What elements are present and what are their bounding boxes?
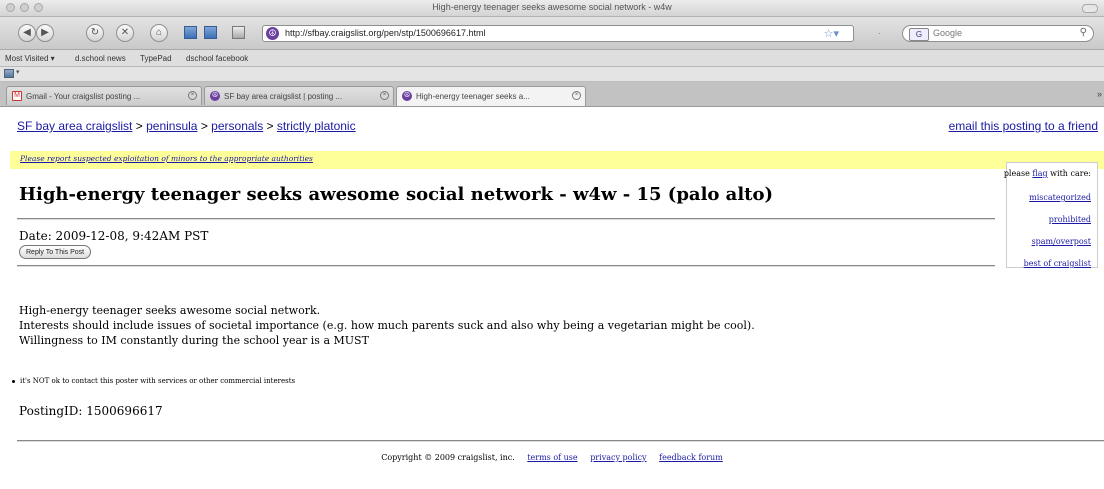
bookmark-dschool-news[interactable]: d.school news [75, 54, 126, 63]
breadcrumb-category[interactable]: strictly platonic [277, 119, 356, 133]
bookmarks-bar: Most Visited ▾ d.school news TypePad dsc… [0, 50, 1104, 67]
search-input[interactable]: G Google ⚲ [902, 25, 1094, 42]
chevron-down-icon[interactable]: ▾ [16, 68, 20, 76]
back-button[interactable]: ◀ [18, 24, 36, 42]
disclaimer-text: it's NOT ok to contact this poster with … [20, 377, 296, 385]
flag-prohibited-link[interactable]: prohibited [1049, 215, 1091, 224]
bullet-icon [12, 379, 15, 383]
flag-miscategorized-link[interactable]: miscategorized [1029, 193, 1091, 202]
tab-bar: M Gmail - Your craigslist posting ... × … [0, 82, 1104, 107]
tab-sf-bay-craigslist[interactable]: ☮ SF bay area craigslist | posting ... × [204, 86, 394, 105]
body-line: High-energy teenager seeks awesome socia… [19, 304, 321, 317]
google-icon[interactable]: G [909, 28, 929, 41]
breadcrumb-site[interactable]: SF bay area craigslist [17, 119, 132, 133]
stop-button[interactable]: ✕ [116, 24, 134, 42]
navigation-toolbar: ◀ ▶ ↻ ✕ ⌂ ☮ http://sfbay.craigslist.org/… [0, 17, 1104, 50]
flag-prefix: please [1003, 169, 1030, 178]
reload-button[interactable]: ↻ [86, 24, 104, 42]
posting-date: Date: 2009-12-08, 9:42AM PST [19, 229, 209, 243]
extension-icon[interactable] [4, 69, 14, 78]
breadcrumb-section[interactable]: personals [211, 119, 263, 133]
notice-banner: Please report suspected exploitation of … [10, 151, 1104, 169]
window-title: High-energy teenager seeks awesome socia… [432, 2, 672, 12]
tab-label: SF bay area craigslist | posting ... [224, 92, 343, 101]
privacy-policy-link[interactable]: privacy policy [590, 453, 646, 462]
body-line: Interests should include issues of socie… [19, 319, 755, 332]
reply-button[interactable]: Reply To This Post [19, 245, 92, 259]
divider [17, 440, 1104, 442]
bookmark-most-visited[interactable]: Most Visited ▾ [5, 54, 55, 63]
home-button[interactable]: ⌂ [150, 24, 168, 42]
bookmark-icon[interactable] [184, 26, 197, 39]
breadcrumb-separator: > [135, 119, 143, 133]
feedback-forum-link[interactable]: feedback forum [659, 453, 723, 462]
print-icon[interactable] [232, 26, 245, 39]
tab-active-posting[interactable]: ☮ High-energy teenager seeks a... × [396, 86, 586, 106]
close-icon[interactable]: × [572, 91, 581, 100]
peace-icon: ☮ [210, 91, 220, 101]
posting-id: PostingID: 1500696617 [19, 404, 163, 418]
page-title: High-energy teenager seeks awesome socia… [19, 184, 774, 205]
footer: Copyright © 2009 craigslist, inc. terms … [0, 453, 1104, 462]
page-content: SF bay area craigslist > peninsula > per… [0, 107, 1104, 489]
flag-spam-link[interactable]: spam/overpost [1032, 237, 1091, 246]
forward-button[interactable]: ▶ [36, 24, 54, 42]
tab-label: High-energy teenager seeks a... [416, 92, 530, 101]
breadcrumb-separator: > [266, 119, 274, 133]
copyright-text: Copyright © 2009 craigslist, inc. [381, 453, 515, 462]
save-icon[interactable] [204, 26, 217, 39]
peace-icon: ☮ [266, 27, 279, 40]
toolbar-toggle-button[interactable] [1082, 4, 1098, 13]
flag-header: please flag with care: [1004, 169, 1091, 178]
gmail-icon: M [12, 91, 22, 101]
flag-best-of-link[interactable]: best of craigslist [1024, 259, 1091, 268]
search-placeholder: Google [933, 28, 963, 38]
search-icon[interactable]: ⚲ [1080, 27, 1087, 38]
body-line: Willingness to IM constantly during the … [19, 334, 369, 347]
flag-box: please flag with care: miscategorized pr… [1004, 162, 1098, 268]
breadcrumb-separator: > [200, 119, 208, 133]
flag-suffix: with care: [1050, 169, 1091, 178]
close-icon[interactable]: × [380, 91, 389, 100]
email-to-friend-link[interactable]: email this posting to a friend [949, 119, 1098, 133]
extension-toolbar: ▾ [0, 67, 1104, 82]
tab-overflow-icon[interactable]: » [1097, 89, 1102, 99]
close-icon[interactable]: × [188, 91, 197, 100]
window-title-bar: High-energy teenager seeks awesome socia… [0, 0, 1104, 17]
bookmark-dschool-facebook[interactable]: dschool facebook [186, 54, 248, 63]
separator-dot: · [878, 29, 881, 38]
star-icon[interactable]: ☆▾ [824, 27, 839, 40]
url-text[interactable]: http://sfbay.craigslist.org/pen/stp/1500… [285, 28, 485, 38]
divider [17, 218, 995, 220]
breadcrumb-area[interactable]: peninsula [146, 119, 197, 133]
tab-gmail[interactable]: M Gmail - Your craigslist posting ... × [6, 86, 202, 105]
report-exploitation-link[interactable]: Please report suspected exploitation of … [20, 154, 313, 163]
bookmark-typepad[interactable]: TypePad [140, 54, 172, 63]
divider [17, 265, 995, 267]
peace-icon: ☮ [402, 91, 412, 101]
terms-of-use-link[interactable]: terms of use [527, 453, 577, 462]
breadcrumb: SF bay area craigslist > peninsula > per… [17, 119, 356, 133]
url-bar[interactable]: ☮ http://sfbay.craigslist.org/pen/stp/15… [262, 25, 854, 42]
contact-disclaimer: it's NOT ok to contact this poster with … [12, 377, 295, 385]
tab-label: Gmail - Your craigslist posting ... [26, 92, 141, 101]
flag-link[interactable]: flag [1032, 169, 1047, 178]
posting-body: High-energy teenager seeks awesome socia… [19, 303, 755, 348]
